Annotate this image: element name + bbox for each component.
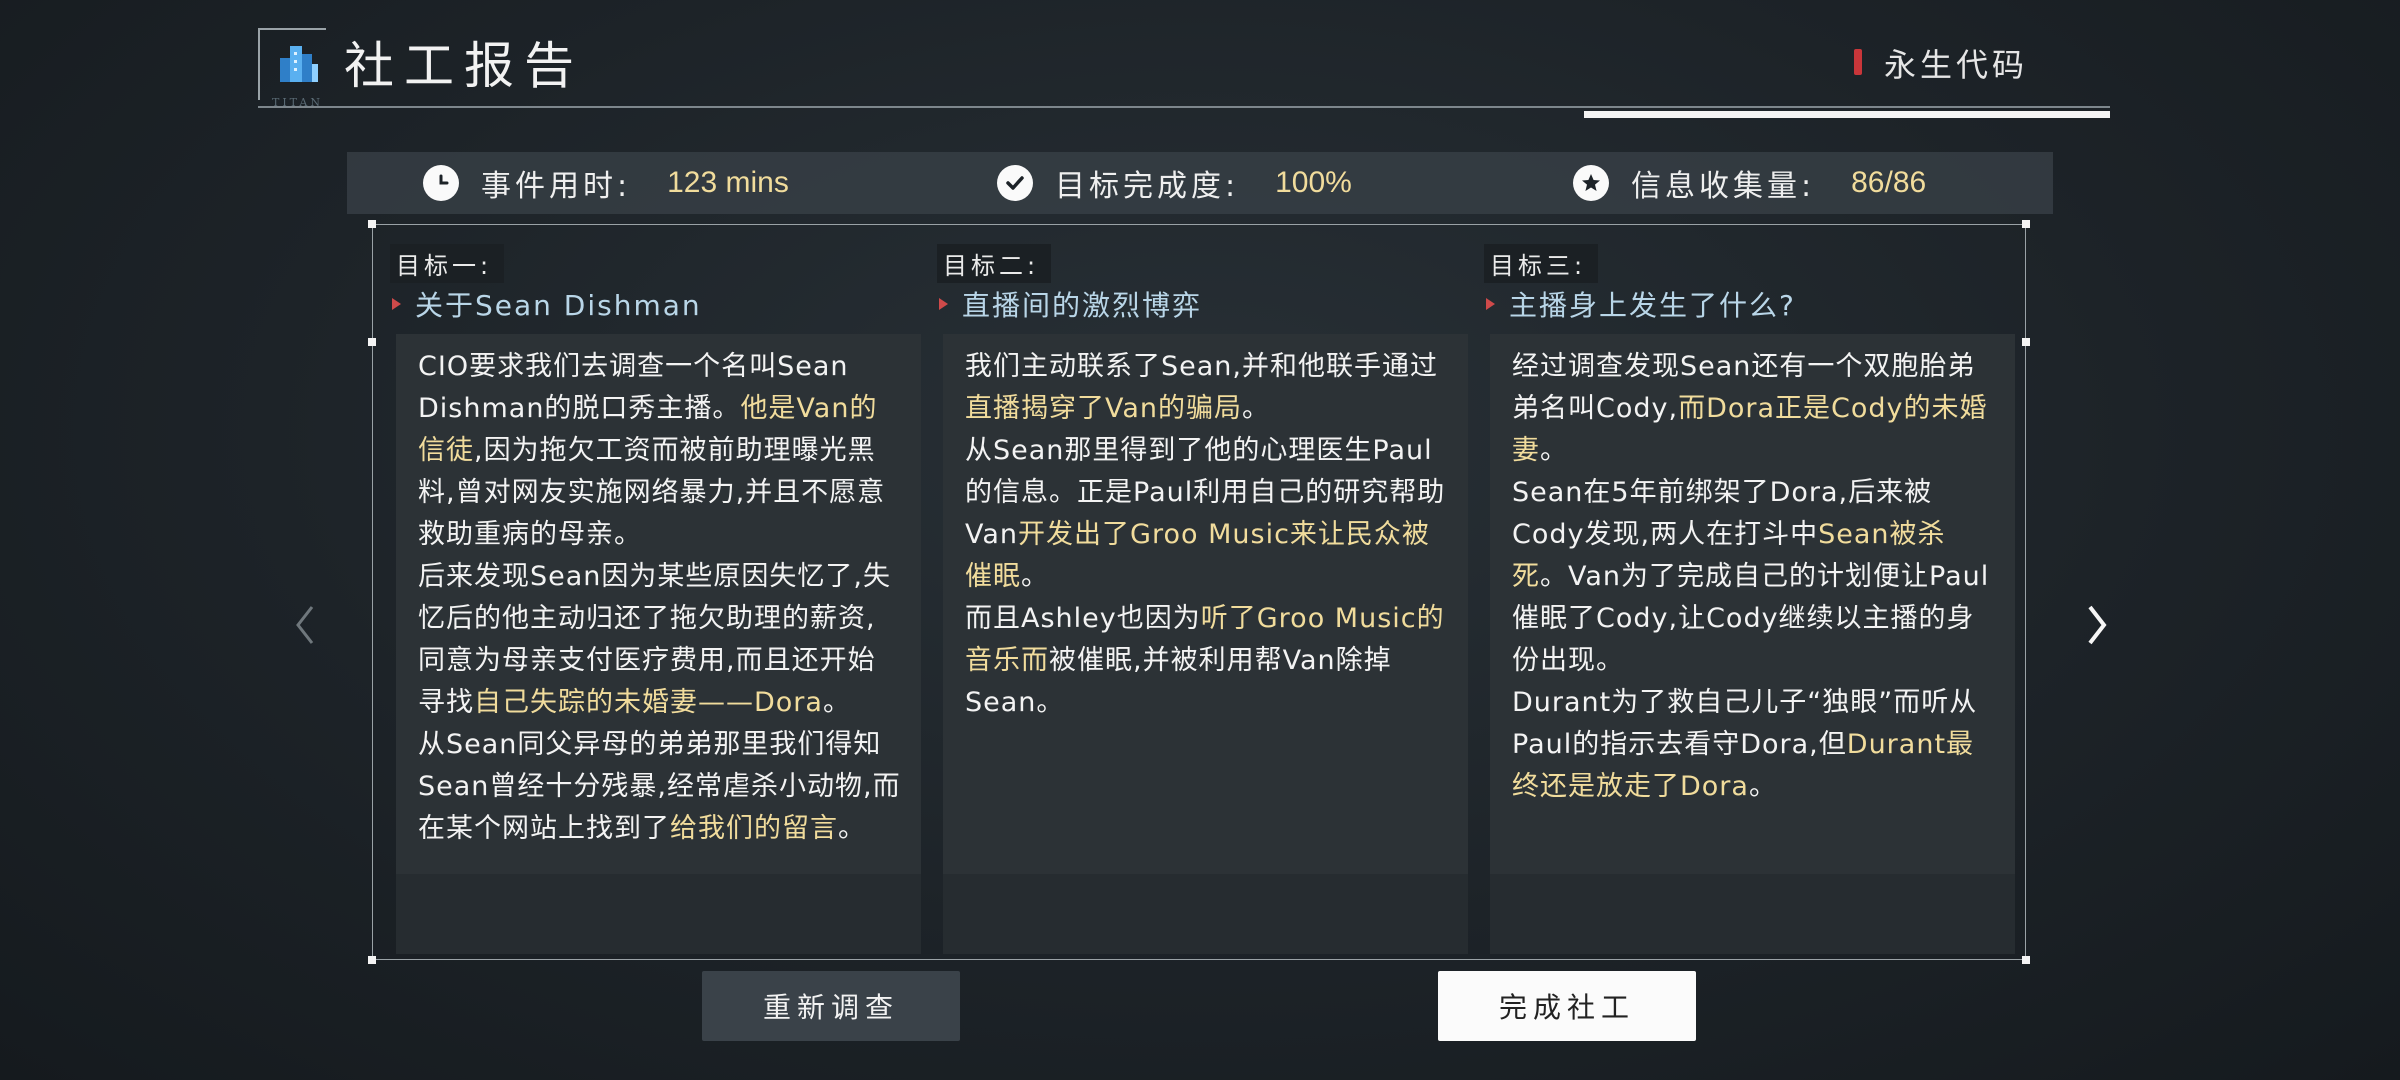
- frame-corner: [2022, 956, 2030, 964]
- goal-tag: 目标二:: [937, 244, 1052, 283]
- stat-value: 86/86: [1851, 166, 1927, 199]
- card-footer-shade: [396, 874, 921, 954]
- report-header: TITAN 社工报告 永生代码: [258, 26, 2110, 118]
- code-label: 永生代码: [1884, 46, 2029, 84]
- prev-page-button[interactable]: [284, 595, 324, 655]
- stats-bar: 事件用时: 123 mins 目标完成度: 100% 信息收集量: 86/86: [347, 152, 2053, 214]
- card-footer-shade: [943, 874, 1468, 954]
- body-text: 。: [822, 687, 851, 718]
- goal-title: 关于Sean Dishman: [415, 289, 702, 322]
- stat-label: 目标完成度:: [1055, 169, 1240, 204]
- code-marker: [1854, 49, 1862, 75]
- clock-icon: [423, 165, 459, 201]
- complete-button[interactable]: 完成社工: [1438, 971, 1696, 1041]
- frame-corner: [368, 956, 376, 964]
- titan-logo-icon: [280, 46, 318, 82]
- stat-label: 事件用时:: [481, 169, 632, 204]
- goal-title-row: 主播身上发生了什么?: [1486, 284, 1796, 324]
- page-title: 社工报告: [344, 37, 584, 95]
- triangle-bullet-icon: [392, 298, 401, 310]
- goal-card[interactable]: CIO要求我们去调查一个名叫Sean Dishman的脱口秀主播。他是Van的信…: [396, 334, 921, 954]
- stat-value: 123 mins: [667, 166, 789, 199]
- body-text: 。: [1021, 561, 1049, 592]
- highlight-text: 给我们的留言: [670, 813, 838, 844]
- stat-info: 信息收集量: 86/86: [1573, 152, 1926, 214]
- goal-description: CIO要求我们去调查一个名叫Sean Dishman的脱口秀主播。他是Van的信…: [396, 346, 921, 850]
- next-page-button[interactable]: [2078, 595, 2118, 655]
- star-icon: [1573, 165, 1609, 201]
- goal-description: 经过调查发现Sean还有一个双胞胎弟弟名叫Cody,而Dora正是Cody的未婚…: [1490, 346, 2015, 808]
- body-text: 。: [838, 813, 866, 844]
- description-paragraph: 经过调查发现Sean还有一个双胞胎弟弟名叫Cody,而Dora正是Cody的未婚…: [1512, 346, 1995, 472]
- description-paragraph: 而且Ashley也因为听了Groo Music的音乐而被催眠,并被利用帮Van除…: [965, 598, 1448, 724]
- frame-corner: [368, 338, 376, 346]
- card-footer-shade: [1490, 874, 2015, 954]
- description-paragraph: Sean在5年前绑架了Dora,后来被Cody发现,两人在打斗中Sean被杀死。…: [1512, 472, 1995, 682]
- stat-completion: 目标完成度: 100%: [997, 152, 1352, 214]
- goal-column: 目标三: 主播身上发生了什么? 经过调查发现Sean还有一个双胞胎弟弟名叫Cod…: [1472, 234, 2015, 954]
- highlight-text: 直播揭穿了Van的骗局: [965, 393, 1243, 424]
- description-paragraph: 后来发现Sean因为某些原因失忆了,失忆后的他主动归还了拖欠助理的薪资,同意为母…: [418, 556, 901, 724]
- check-icon: [997, 165, 1033, 201]
- body-text: 。: [1540, 435, 1568, 466]
- goal-card[interactable]: 我们主动联系了Sean,并和他联手通过直播揭穿了Van的骗局。 从Sean那里得到…: [943, 334, 1468, 954]
- body-text: 我们主动联系了Sean,并和他联手通过: [965, 351, 1438, 382]
- goal-tag: 目标一:: [390, 244, 505, 283]
- triangle-bullet-icon: [1486, 298, 1495, 310]
- goal-title-row: 关于Sean Dishman: [392, 284, 702, 324]
- goal-description: 我们主动联系了Sean,并和他联手通过直播揭穿了Van的骗局。 从Sean那里得到…: [943, 346, 1468, 724]
- goal-column: 目标一: 关于Sean Dishman CIO要求我们去调查一个名叫Sean D…: [378, 234, 921, 954]
- body-text: 而且Ashley也因为: [965, 603, 1201, 634]
- goal-card[interactable]: 经过调查发现Sean还有一个双胞胎弟弟名叫Cody,而Dora正是Cody的未婚…: [1490, 334, 2015, 954]
- description-paragraph: 我们主动联系了Sean,并和他联手通过直播揭穿了Van的骗局。: [965, 346, 1448, 430]
- goal-title: 主播身上发生了什么?: [1509, 289, 1796, 322]
- frame-corner: [2022, 220, 2030, 228]
- goal-title: 直播间的激烈博弈: [962, 289, 1203, 322]
- goal-column: 目标二: 直播间的激烈博弈 我们主动联系了Sean,并和他联手通过直播揭穿了Va…: [925, 234, 1468, 954]
- goal-columns: 目标一: 关于Sean Dishman CIO要求我们去调查一个名叫Sean D…: [378, 234, 2028, 954]
- stat-label: 信息收集量:: [1631, 169, 1816, 204]
- body-text: 。: [1242, 393, 1271, 424]
- triangle-bullet-icon: [939, 298, 948, 310]
- goal-tag: 目标三:: [1484, 244, 1599, 283]
- description-paragraph: 从Sean同父异母的弟弟那里我们得知Sean曾经十分残暴,经常虐杀小动物,而在某…: [418, 724, 901, 850]
- stat-value: 100%: [1275, 166, 1352, 199]
- highlight-text: 自己失踪的未婚妻——Dora: [474, 687, 823, 718]
- chevron-left-icon: [296, 606, 314, 644]
- header-divider: [258, 106, 2110, 108]
- description-paragraph: Durant为了救自己儿子“独眼”而听从Paul的指示去看守Dora,但Dura…: [1512, 682, 1995, 808]
- description-paragraph: 从Sean那里得到了他的心理医生Paul的信息。正是Paul利用自己的研究帮助V…: [965, 430, 1448, 598]
- header-progress-bar: [1584, 111, 2110, 118]
- description-paragraph: CIO要求我们去调查一个名叫Sean Dishman的脱口秀主播。他是Van的信…: [418, 346, 901, 556]
- body-text: 。: [1748, 771, 1777, 802]
- goal-title-row: 直播间的激烈博弈: [939, 284, 1202, 324]
- chevron-right-icon: [2088, 605, 2107, 645]
- body-text: ,因为拖欠工资而被前助理曝光黑料,曾对网友实施网络暴力,并且不愿意救助重病的母亲…: [418, 435, 886, 550]
- stat-time: 事件用时: 123 mins: [423, 152, 789, 214]
- body-text: 。Van为了完成自己的计划便让Paul催眠了Cody,让Cody继续以主播的身份…: [1512, 561, 1990, 676]
- frame-corner: [368, 220, 376, 228]
- reinvestigate-button[interactable]: 重新调查: [702, 971, 960, 1041]
